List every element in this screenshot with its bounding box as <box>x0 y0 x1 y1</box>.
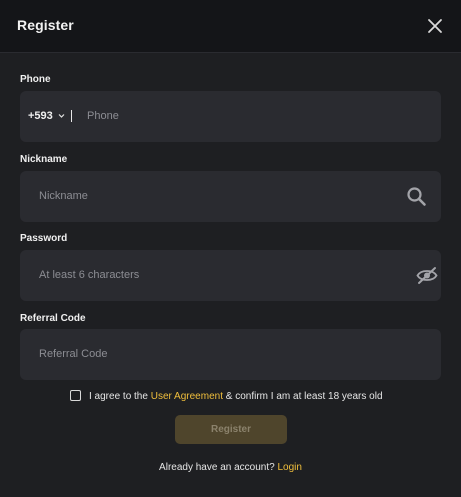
phone-label: Phone <box>20 74 51 85</box>
referral-label: Referral Code <box>20 313 86 324</box>
referral-field[interactable]: Referral Code <box>20 329 441 380</box>
phone-field[interactable]: +593 Phone <box>20 91 441 142</box>
register-modal: Register Phone +593 Phone Nickname Nickn… <box>0 0 461 497</box>
nickname-field[interactable]: Nickname <box>20 171 441 222</box>
agreement-prefix: I agree to the <box>89 391 148 402</box>
agreement-checkbox[interactable] <box>70 390 81 401</box>
chevron-down-icon[interactable] <box>58 113 65 119</box>
password-label: Password <box>20 233 68 244</box>
input-cursor <box>71 110 72 122</box>
login-link[interactable]: Login <box>277 462 301 473</box>
referral-input[interactable]: Referral Code <box>39 329 107 380</box>
close-icon[interactable] <box>424 15 446 37</box>
login-prompt: Already have an account? Login <box>0 462 461 473</box>
login-prompt-text: Already have an account? <box>159 462 275 473</box>
register-button[interactable]: Register <box>175 415 287 444</box>
modal-header: Register <box>0 0 461 53</box>
country-code-select[interactable]: +593 <box>28 91 53 142</box>
agreement-text: I agree to the User Agreement & confirm … <box>89 391 383 402</box>
phone-input[interactable]: Phone <box>87 91 119 142</box>
modal-title: Register <box>17 17 74 33</box>
user-agreement-link[interactable]: User Agreement <box>151 391 223 402</box>
search-icon[interactable] <box>406 186 427 207</box>
nickname-label: Nickname <box>20 154 68 165</box>
password-input[interactable]: At least 6 characters <box>39 250 139 301</box>
agreement-suffix: & confirm I am at least 18 years old <box>225 391 383 402</box>
password-field[interactable]: At least 6 characters <box>20 250 441 301</box>
eye-off-icon[interactable] <box>416 266 438 285</box>
nickname-input[interactable]: Nickname <box>39 171 88 222</box>
